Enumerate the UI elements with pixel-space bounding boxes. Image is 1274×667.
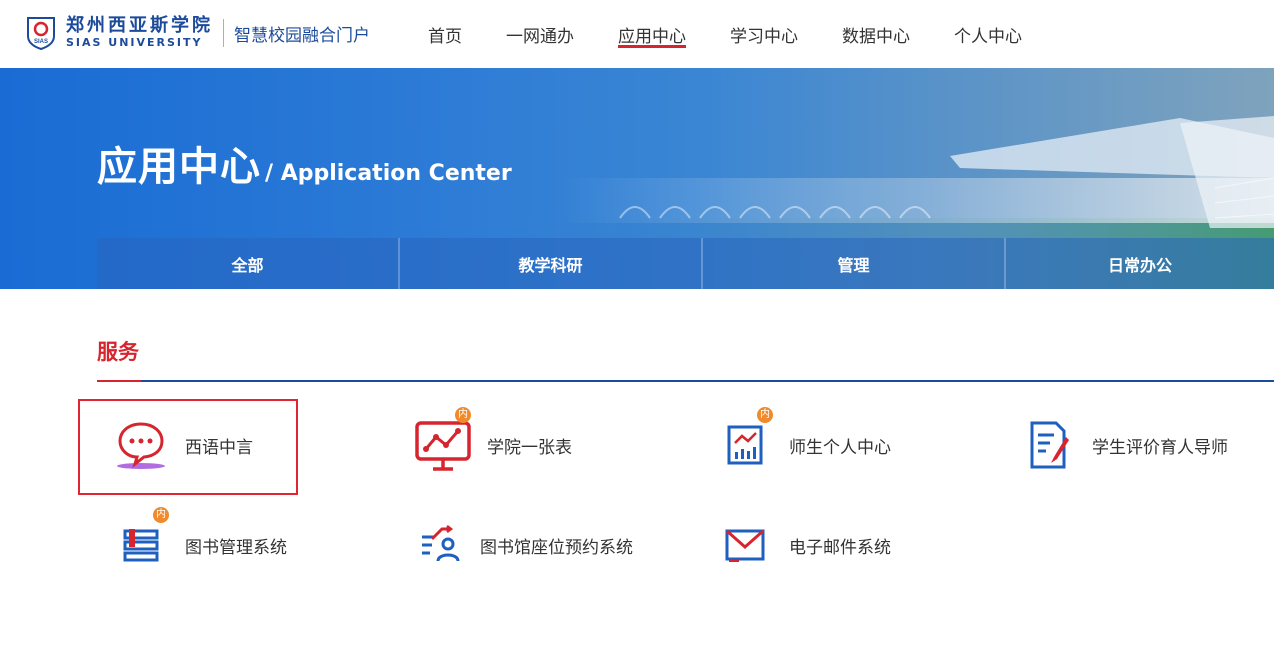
- page-title-en: / Application Center: [265, 161, 512, 186]
- nav-learning-center[interactable]: 学习中心: [708, 0, 820, 68]
- tab-all[interactable]: 全部: [97, 238, 400, 289]
- app-library-management[interactable]: 内 图书管理系统: [111, 499, 331, 591]
- hero-banner: 应用中心 / Application Center 全部 教学科研 管理 日常办…: [0, 68, 1274, 289]
- page-title-cn: 应用中心: [97, 144, 261, 190]
- app-seat-booking[interactable]: 图书馆座位预约系统: [413, 499, 633, 591]
- chart-monitor-icon: 内: [413, 407, 473, 475]
- internal-badge: 内: [153, 507, 169, 523]
- logo-name-cn: 郑州西亚斯学院: [66, 15, 213, 36]
- app-label: 电子邮件系统: [789, 537, 891, 558]
- tab-teaching-research[interactable]: 教学科研: [400, 238, 703, 289]
- tab-management[interactable]: 管理: [703, 238, 1006, 289]
- main-nav: 首页 一网通办 应用中心 学习中心 数据中心 个人中心: [406, 0, 1044, 68]
- app-label: 图书馆座位预约系统: [480, 537, 633, 558]
- nav-one-stop[interactable]: 一网通办: [484, 0, 596, 68]
- logo-divider: [223, 19, 224, 47]
- app-xiyu-zhongyan[interactable]: 西语中言: [111, 399, 331, 491]
- nav-personal-center[interactable]: 个人中心: [932, 0, 1044, 68]
- app-label: 学院一张表: [487, 437, 572, 458]
- report-chart-icon: 内: [715, 407, 775, 475]
- app-label: 学生评价育人导师: [1092, 437, 1228, 458]
- document-edit-icon: [1018, 415, 1078, 475]
- app-label: 师生个人中心: [789, 437, 891, 458]
- nav-home[interactable]: 首页: [406, 0, 484, 68]
- shield-icon: SIAS: [26, 16, 56, 51]
- tab-daily-office[interactable]: 日常办公: [1006, 238, 1274, 289]
- app-label: 图书管理系统: [185, 537, 287, 558]
- logo-name-en: SIAS UNIVERSITY: [66, 36, 203, 49]
- portal-name: 智慧校园融合门户: [234, 25, 370, 46]
- nav-app-center[interactable]: 应用中心: [596, 0, 708, 68]
- internal-badge: 内: [757, 407, 773, 423]
- seat-booking-icon: [413, 515, 466, 575]
- logo-badge-text: SIAS: [34, 39, 48, 45]
- app-college-one-table[interactable]: 内 学院一张表: [413, 399, 633, 491]
- app-label: 西语中言: [185, 437, 253, 458]
- section-divider: [97, 380, 1274, 382]
- section-title: 服务: [97, 340, 139, 364]
- category-tabs: 全部 教学科研 管理 日常办公: [97, 238, 1274, 289]
- nav-data-center[interactable]: 数据中心: [820, 0, 932, 68]
- top-header: SIAS 郑州西亚斯学院 SIAS UNIVERSITY 智慧校园融合门户 首页…: [0, 0, 1274, 68]
- app-student-evaluation[interactable]: 学生评价育人导师: [1018, 399, 1238, 491]
- section-divider-accent: [97, 380, 141, 382]
- app-personal-center[interactable]: 内 师生个人中心: [715, 399, 935, 491]
- page-title: 应用中心 / Application Center: [97, 134, 512, 192]
- chat-bubble-icon: [111, 415, 171, 475]
- mail-icon: [715, 515, 775, 575]
- university-logo[interactable]: SIAS 郑州西亚斯学院 SIAS UNIVERSITY 智慧校园融合门户: [26, 15, 370, 51]
- book-stack-icon: 内: [111, 507, 171, 575]
- internal-badge: 内: [455, 407, 471, 423]
- app-email[interactable]: 电子邮件系统: [715, 499, 935, 591]
